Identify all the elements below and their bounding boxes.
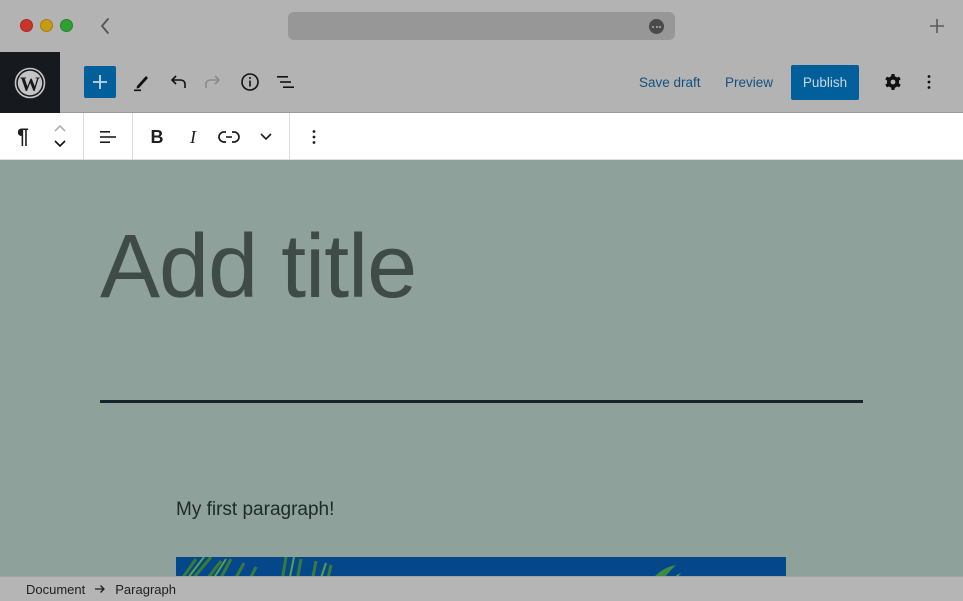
italic-button[interactable]: I (177, 121, 209, 153)
block-breadcrumb: Document Paragraph (0, 576, 963, 601)
save-draft-button[interactable]: Save draft (634, 66, 706, 98)
redo-icon (205, 75, 221, 88)
ellipsis-icon[interactable] (649, 19, 664, 34)
paragraph-icon: ¶ (17, 125, 29, 148)
list-view-icon (277, 76, 294, 88)
chevron-down-icon (260, 133, 272, 141)
undo-icon (170, 75, 186, 88)
bold-button[interactable]: B (141, 121, 173, 153)
align-left-icon (100, 131, 116, 143)
separator-block[interactable] (100, 400, 863, 403)
publish-button[interactable]: Publish (791, 65, 859, 100)
close-window-button[interactable] (20, 19, 33, 32)
address-bar[interactable] (288, 12, 675, 40)
vertical-ellipsis-icon (312, 130, 316, 144)
bold-icon: B (150, 126, 164, 147)
options-button[interactable] (913, 66, 945, 98)
toolbar-divider (83, 113, 84, 160)
block-type-button[interactable]: ¶ (8, 121, 38, 153)
editor-canvas: Add title My first paragraph! (0, 160, 963, 576)
chevron-up-icon (54, 124, 66, 132)
browser-chrome (0, 0, 963, 52)
more-formatting-button[interactable] (250, 121, 282, 153)
svg-text:W: W (20, 73, 40, 95)
chevron-down-icon (54, 140, 66, 148)
plus-icon (930, 19, 944, 33)
toolbar-divider (132, 113, 133, 160)
info-icon (241, 73, 259, 91)
gear-icon (885, 74, 901, 90)
block-toolbar: ¶ B I (0, 113, 963, 160)
editor-header: W Save draft Preview Publish (0, 52, 963, 113)
redo-button[interactable] (197, 66, 229, 98)
move-down-button[interactable] (52, 137, 68, 151)
minimize-window-button[interactable] (40, 19, 53, 32)
tools-button[interactable] (125, 66, 157, 98)
add-block-button[interactable] (84, 66, 116, 98)
chevron-left-icon (101, 18, 109, 34)
pencil-icon (134, 76, 148, 92)
block-options-button[interactable] (298, 121, 330, 153)
toolbar-divider (289, 113, 290, 160)
undo-button[interactable] (162, 66, 194, 98)
maximize-window-button[interactable] (60, 19, 73, 32)
details-button[interactable] (234, 66, 266, 98)
new-tab-button[interactable] (927, 16, 947, 36)
wordpress-logo-icon: W (14, 67, 46, 98)
wordpress-logo-button[interactable]: W (0, 52, 60, 113)
block-mover (48, 119, 72, 155)
arrow-right-icon (94, 584, 106, 594)
link-icon (218, 131, 240, 143)
breadcrumb-paragraph[interactable]: Paragraph (115, 582, 176, 597)
settings-button[interactable] (877, 66, 909, 98)
paragraph-block[interactable]: My first paragraph! (176, 499, 334, 521)
palm-leaves-image (176, 557, 786, 576)
plus-icon (93, 75, 107, 89)
link-button[interactable] (213, 121, 245, 153)
move-up-button[interactable] (52, 121, 68, 135)
image-block[interactable] (176, 557, 786, 576)
vertical-ellipsis-icon (927, 75, 931, 89)
preview-button[interactable]: Preview (720, 66, 778, 98)
italic-icon: I (190, 126, 196, 147)
back-button[interactable] (96, 14, 114, 38)
browser-window: W Save draft Preview Publish ¶ B I Add t… (0, 0, 963, 601)
post-title-input[interactable]: Add title (100, 222, 417, 312)
align-button[interactable] (92, 121, 124, 153)
breadcrumb-document[interactable]: Document (26, 582, 85, 597)
list-view-button[interactable] (270, 66, 302, 98)
